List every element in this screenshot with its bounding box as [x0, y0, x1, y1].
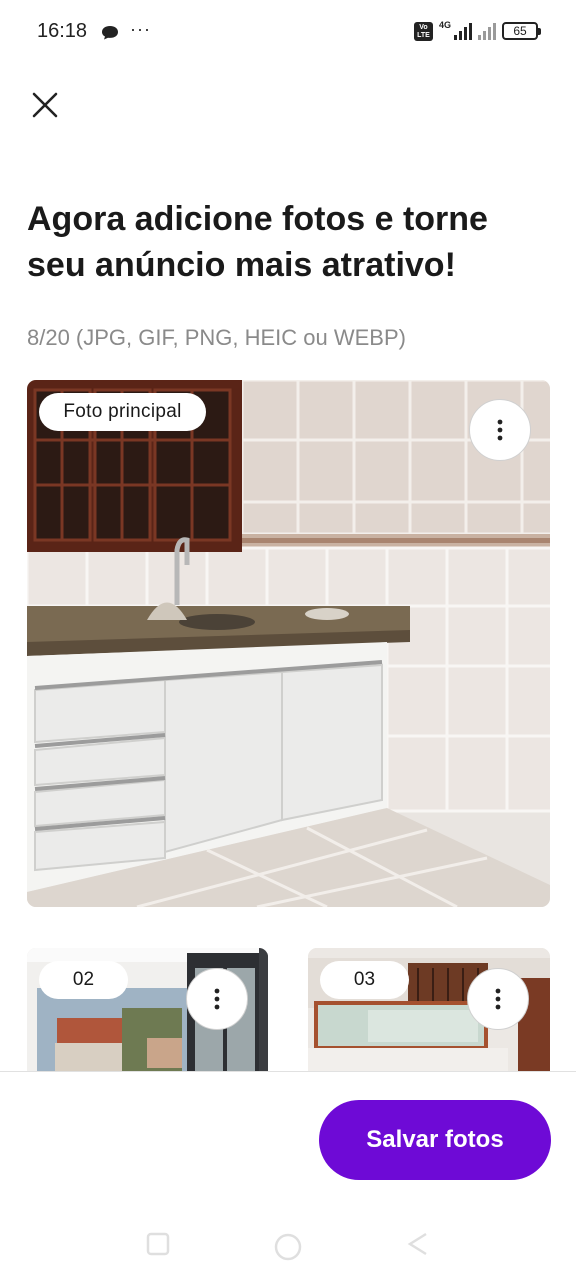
kitchen-photo: [27, 380, 550, 907]
signal-strength-icon: [454, 22, 472, 40]
battery-icon: 65: [502, 22, 541, 40]
signal-secondary-icon: [478, 22, 496, 40]
close-button[interactable]: [25, 85, 65, 125]
recent-apps-icon[interactable]: [146, 1232, 170, 1256]
main-photo-badge: Foto principal: [39, 393, 206, 431]
status-time: 16:18: [37, 20, 88, 42]
close-icon: [32, 92, 58, 118]
photo-options-button[interactable]: [469, 399, 531, 461]
more-vertical-icon: [495, 988, 501, 1010]
status-bar: 16:18 ··· Vo LTE 4G 65: [0, 0, 576, 64]
photo-card-02[interactable]: 02: [27, 948, 268, 1088]
photo-card-03[interactable]: 03: [308, 948, 550, 1088]
home-icon[interactable]: [273, 1232, 303, 1262]
more-vertical-icon: [497, 419, 503, 441]
save-photos-button[interactable]: Salvar fotos: [319, 1100, 551, 1180]
photo-options-button[interactable]: [186, 968, 248, 1030]
main-photo-card[interactable]: Foto principal: [27, 380, 550, 907]
back-icon[interactable]: [406, 1232, 430, 1256]
chat-bubble-icon: [102, 26, 118, 40]
more-vertical-icon: [214, 988, 220, 1010]
photo-number-badge: 02: [39, 961, 128, 999]
status-icons: Vo LTE 4G 65: [413, 20, 541, 42]
more-notifications-icon: ···: [130, 19, 151, 39]
photo-counter: 8/20 (JPG, GIF, PNG, HEIC ou WEBP): [27, 325, 406, 350]
page-title: Agora adicione fotos e torne seu anúncio…: [27, 200, 488, 284]
photo-options-button[interactable]: [467, 968, 529, 1030]
photo-number-badge: 03: [320, 961, 409, 999]
network-type: 4G: [438, 20, 451, 30]
system-navigation-bar: [0, 1210, 576, 1280]
volte-icon: Vo LTE: [413, 21, 433, 41]
